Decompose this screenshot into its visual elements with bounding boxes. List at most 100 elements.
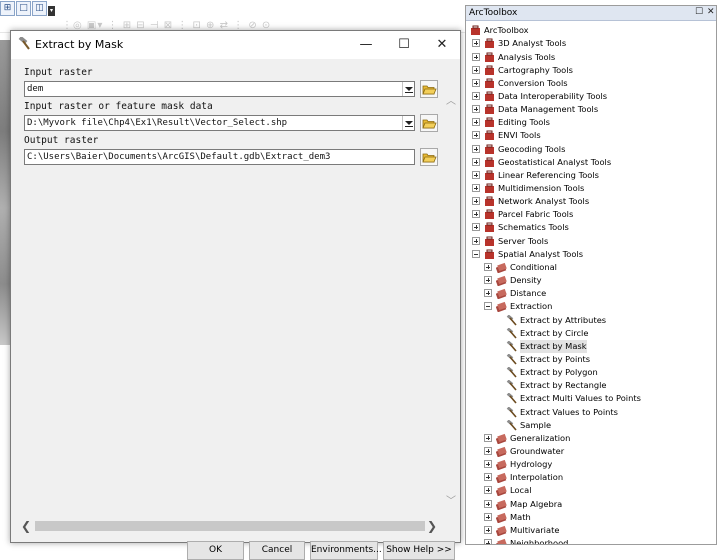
select-elements-icon[interactable]: ⊞	[0, 1, 15, 16]
expand-icon[interactable]	[472, 184, 480, 192]
toolbox-icon	[471, 25, 480, 35]
input-raster-value: dem	[27, 84, 44, 94]
rectangle-icon[interactable]: □	[16, 1, 31, 16]
expand-icon[interactable]	[472, 236, 480, 245]
tree-item-label: ENVI Tools	[498, 130, 541, 141]
expand-icon[interactable]	[472, 78, 480, 87]
expand-icon[interactable]	[472, 210, 480, 219]
tree-item-label: Server Tools	[498, 235, 549, 246]
toolset-icon	[496, 433, 507, 444]
environments-button[interactable]: Environments...	[310, 541, 382, 560]
expand-icon[interactable]	[484, 486, 492, 495]
tree-item-label: Extract by Rectangle	[520, 380, 607, 391]
input-raster-label: Input raster	[24, 67, 93, 78]
collapse-icon[interactable]	[472, 249, 480, 258]
tree-item-label: Extraction	[510, 301, 553, 312]
expand-icon[interactable]	[484, 433, 492, 442]
expand-icon[interactable]	[484, 473, 492, 482]
expand-icon[interactable]	[472, 105, 480, 113]
expand-icon[interactable]	[472, 91, 480, 100]
tree-item-label: Distance	[510, 288, 547, 299]
mask-data-dropdown[interactable]: D:\Myvork file\Chp4\Ex1\Result\Vector_Se…	[24, 115, 415, 131]
toolset-icon	[496, 486, 507, 497]
tree-item-label: Data Interoperability Tools	[498, 90, 608, 101]
chevron-right-icon[interactable]: ❯	[427, 519, 437, 533]
expand-icon[interactable]	[472, 65, 480, 74]
expand-icon[interactable]	[472, 131, 480, 140]
arctoolbox-header[interactable]: ArcToolbox ☐ ✕	[466, 6, 716, 21]
expand-icon[interactable]	[484, 276, 492, 284]
tree-item-label: Spatial Analyst Tools	[498, 248, 584, 259]
collapse-icon[interactable]	[484, 302, 492, 311]
expand-icon[interactable]	[484, 460, 492, 469]
arctoolbox-panel: ArcToolbox ☐ ✕ ArcToolbox 3D Analyst Too…	[465, 5, 717, 545]
ok-button[interactable]: OK	[187, 541, 244, 560]
browse-input-raster-button[interactable]	[420, 80, 438, 98]
expand-icon[interactable]	[472, 223, 480, 232]
show-help-button[interactable]: Show Help >>	[383, 541, 455, 560]
toolbox-icon	[485, 38, 494, 49]
maximize-icon[interactable]: ☐	[385, 31, 423, 59]
vertical-scrollbar[interactable]: ︿ ﹀	[443, 93, 459, 513]
chevron-down-icon[interactable]	[402, 116, 414, 130]
toolbox-icon	[485, 78, 494, 88]
dropdown-arrow-icon[interactable]: ▾	[48, 6, 55, 16]
expand-icon[interactable]	[484, 447, 492, 455]
tree-item-label: Geostatistical Analyst Tools	[498, 156, 612, 167]
open-folder-icon	[422, 85, 437, 95]
tree-item-label: Hydrology	[510, 459, 553, 470]
hammer-icon	[506, 327, 517, 339]
float-panel-icon[interactable]: ☐	[695, 7, 703, 17]
close-icon[interactable]: ✕	[423, 31, 461, 59]
dialog-titlebar[interactable]: Extract by Mask — ☐ ✕	[11, 31, 460, 59]
output-raster-value: C:\Users\Baier\Documents\ArcGIS\Default.…	[27, 152, 331, 162]
expand-icon[interactable]	[472, 39, 480, 48]
expand-icon[interactable]	[484, 289, 492, 298]
tree-item-label: Multidimension Tools	[498, 183, 585, 193]
tree-item-label: 3D Analyst Tools	[498, 38, 567, 49]
expand-icon[interactable]	[472, 157, 480, 166]
minimize-icon[interactable]: —	[347, 31, 385, 59]
browse-output-raster-button[interactable]	[420, 148, 438, 166]
chevron-down-icon[interactable]: ﹀	[446, 497, 456, 507]
toolset-icon	[496, 525, 507, 536]
toolset-icon	[496, 275, 507, 286]
background-toolbar: ⊞ □ ◫ ▾ ⋮◎ ▣▾ ⋮ ⊞ ⊟ ⊣ ⊠ ⋮ ⊡ ⊕ ⇄ ⋮ ⊘ ⊙	[0, 0, 466, 33]
horizontal-scrollbar[interactable]: ❮ ❯	[21, 519, 439, 533]
toolset-icon	[496, 262, 507, 273]
output-raster-input[interactable]: C:\Users\Baier\Documents\ArcGIS\Default.…	[24, 149, 415, 165]
expand-icon[interactable]	[484, 525, 492, 534]
polygon-icon[interactable]: ◫	[32, 1, 47, 16]
toolbox-icon	[485, 104, 494, 114]
chevron-up-icon[interactable]: ︿	[446, 97, 456, 107]
expand-icon[interactable]	[484, 539, 492, 544]
cancel-button[interactable]: Cancel	[249, 541, 305, 560]
expand-icon[interactable]	[472, 144, 480, 153]
mask-data-label: Input raster or feature mask data	[24, 101, 213, 112]
tree-item-label: Sample	[520, 419, 552, 430]
tree-item-label: Conditional	[510, 261, 557, 272]
tree-item-label: Schematics Tools	[498, 222, 569, 233]
tree-item-label: Extract by Polygon	[520, 367, 598, 378]
tree-item-label: Multivariate	[510, 524, 560, 535]
expand-icon[interactable]	[484, 512, 492, 521]
toolset-icon	[496, 538, 507, 544]
input-raster-dropdown[interactable]: dem	[24, 81, 415, 97]
chevron-left-icon[interactable]: ❮	[21, 519, 31, 533]
scrollbar-thumb[interactable]	[35, 521, 425, 531]
chevron-down-icon[interactable]	[402, 82, 414, 96]
expand-icon[interactable]	[472, 118, 480, 127]
expand-icon[interactable]	[472, 52, 480, 61]
expand-icon[interactable]	[484, 262, 492, 271]
toolset-icon	[496, 459, 507, 471]
toolbox-icon	[485, 65, 494, 75]
expand-icon[interactable]	[472, 170, 480, 179]
close-icon[interactable]: ✕	[707, 7, 715, 17]
expand-icon[interactable]	[484, 499, 492, 508]
output-raster-label: Output raster	[24, 135, 99, 146]
tree-item-label: Geocoding Tools	[498, 143, 566, 154]
expand-icon[interactable]	[472, 197, 480, 206]
tree-item-label: Extract by Circle	[520, 327, 589, 338]
browse-mask-data-button[interactable]	[420, 114, 438, 132]
toolbox-icon	[485, 130, 494, 141]
